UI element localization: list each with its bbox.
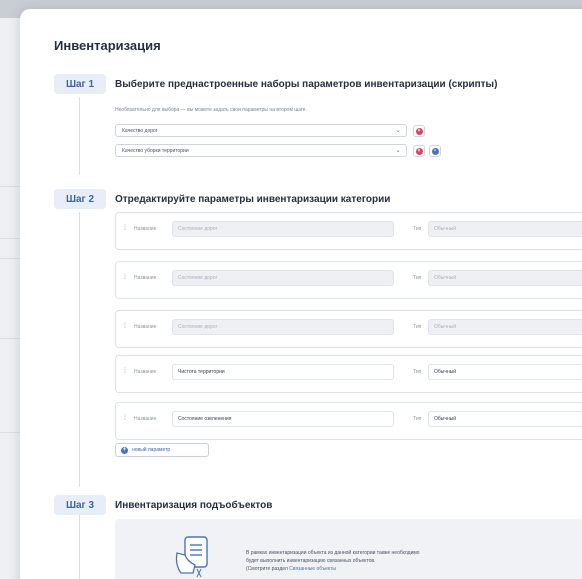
parameter-card: ⁞ Название Состояние дорог Тип Обычный bbox=[115, 310, 582, 348]
param-name-label: Название bbox=[134, 226, 157, 232]
step-1-line bbox=[79, 97, 80, 175]
script-select-value: Качество дорог bbox=[122, 127, 158, 134]
param-name-field[interactable]: Состояние дорог bbox=[172, 221, 394, 237]
subobjects-text-line: (Смотрите раздел Связанные объекты bbox=[246, 565, 526, 573]
param-type-field[interactable]: Обычный bbox=[428, 319, 582, 335]
remove-script-button[interactable]: × bbox=[413, 145, 425, 157]
drag-handle-icon[interactable]: ⁞ bbox=[124, 323, 126, 330]
param-type-label: Тип bbox=[413, 226, 422, 232]
parameter-card: ⁞ Название Чистота территории Тип Обычны… bbox=[115, 355, 582, 393]
script-select-1[interactable]: Качество дорог ⌄ bbox=[115, 124, 407, 137]
remove-icon: × bbox=[415, 127, 423, 135]
param-type-field[interactable]: Обычный bbox=[428, 221, 582, 237]
step-1-title: Выберите преднастроенные наборы параметр… bbox=[115, 79, 498, 90]
subobjects-info-text: В рамках инвентаризации объекта из данно… bbox=[246, 549, 526, 573]
param-name-label: Название bbox=[134, 275, 157, 281]
param-type-label: Тип bbox=[413, 324, 422, 330]
drag-handle-icon[interactable]: ⁞ bbox=[124, 368, 126, 375]
step-1-hint: Необязательно для выбора — вы можете зад… bbox=[115, 107, 307, 113]
subobjects-text-line: В рамках инвентаризации объекта из данно… bbox=[246, 550, 420, 556]
parameter-card: ⁞ Название Состояние дорог Тип Обычный bbox=[115, 261, 582, 299]
add-parameter-label: новый параметр bbox=[132, 447, 171, 453]
parameter-card: ⁞ Название Состояние озеленения Тип Обыч… bbox=[115, 402, 582, 440]
drag-handle-icon[interactable]: ⁞ bbox=[124, 274, 126, 281]
param-type-field[interactable]: Обычный bbox=[428, 364, 582, 380]
remove-icon: × bbox=[415, 147, 423, 155]
drag-handle-icon[interactable]: ⁞ bbox=[124, 225, 126, 232]
param-name-label: Название bbox=[134, 369, 157, 375]
param-type-field[interactable]: Обычный bbox=[428, 411, 582, 427]
step-2-line bbox=[79, 212, 80, 487]
related-objects-link[interactable]: Связанные объекты bbox=[289, 566, 336, 572]
subobjects-text-prefix: (Смотрите раздел bbox=[246, 566, 288, 572]
step-3-title: Инвентаризация подъобъектов bbox=[115, 500, 273, 511]
param-type-label: Тип bbox=[413, 416, 422, 422]
subobjects-info-box: В рамках инвентаризации объекта из данно… bbox=[115, 519, 582, 579]
param-name-field[interactable]: Состояние озеленения bbox=[172, 411, 394, 427]
param-type-field[interactable]: Обычный bbox=[428, 270, 582, 286]
subobjects-text-line: будет выполнить инвентаризацию связанных… bbox=[246, 558, 376, 564]
inventory-modal: Инвентаризация Шаг 1 Выберите преднастро… bbox=[20, 9, 582, 579]
chevron-down-icon: ⌄ bbox=[395, 147, 401, 154]
step-2-title: Отредактируйте параметры инвентаризации … bbox=[115, 194, 391, 205]
step-3-line bbox=[79, 515, 80, 579]
chevron-down-icon: ⌄ bbox=[395, 127, 401, 134]
param-name-field[interactable]: Состояние дорог bbox=[172, 270, 394, 286]
script-select-value: Качество уборки территории bbox=[122, 147, 189, 154]
settings-icon: • bbox=[431, 147, 439, 155]
plus-icon: + bbox=[121, 447, 128, 454]
parameter-card: ⁞ Название Состояние дорог Тип Обычный bbox=[115, 212, 582, 250]
param-name-field[interactable]: Чистота территории bbox=[172, 364, 394, 380]
script-settings-button[interactable]: • bbox=[429, 145, 441, 157]
remove-script-button[interactable]: × bbox=[413, 125, 425, 137]
clipboard-icon bbox=[175, 536, 208, 578]
param-type-label: Тип bbox=[413, 369, 422, 375]
add-parameter-button[interactable]: + новый параметр bbox=[115, 443, 209, 457]
step-1-badge: Шаг 1 bbox=[54, 74, 106, 94]
param-name-field[interactable]: Состояние дорог bbox=[172, 319, 394, 335]
param-name-label: Название bbox=[134, 324, 157, 330]
script-select-2[interactable]: Качество уборки территории ⌄ bbox=[115, 144, 407, 157]
step-2-badge: Шаг 2 bbox=[54, 189, 106, 209]
modal-title: Инвентаризация bbox=[54, 38, 161, 53]
param-type-label: Тип bbox=[413, 275, 422, 281]
drag-handle-icon[interactable]: ⁞ bbox=[124, 415, 126, 422]
step-3-badge: Шаг 3 bbox=[54, 495, 106, 515]
param-name-label: Название bbox=[134, 416, 157, 422]
